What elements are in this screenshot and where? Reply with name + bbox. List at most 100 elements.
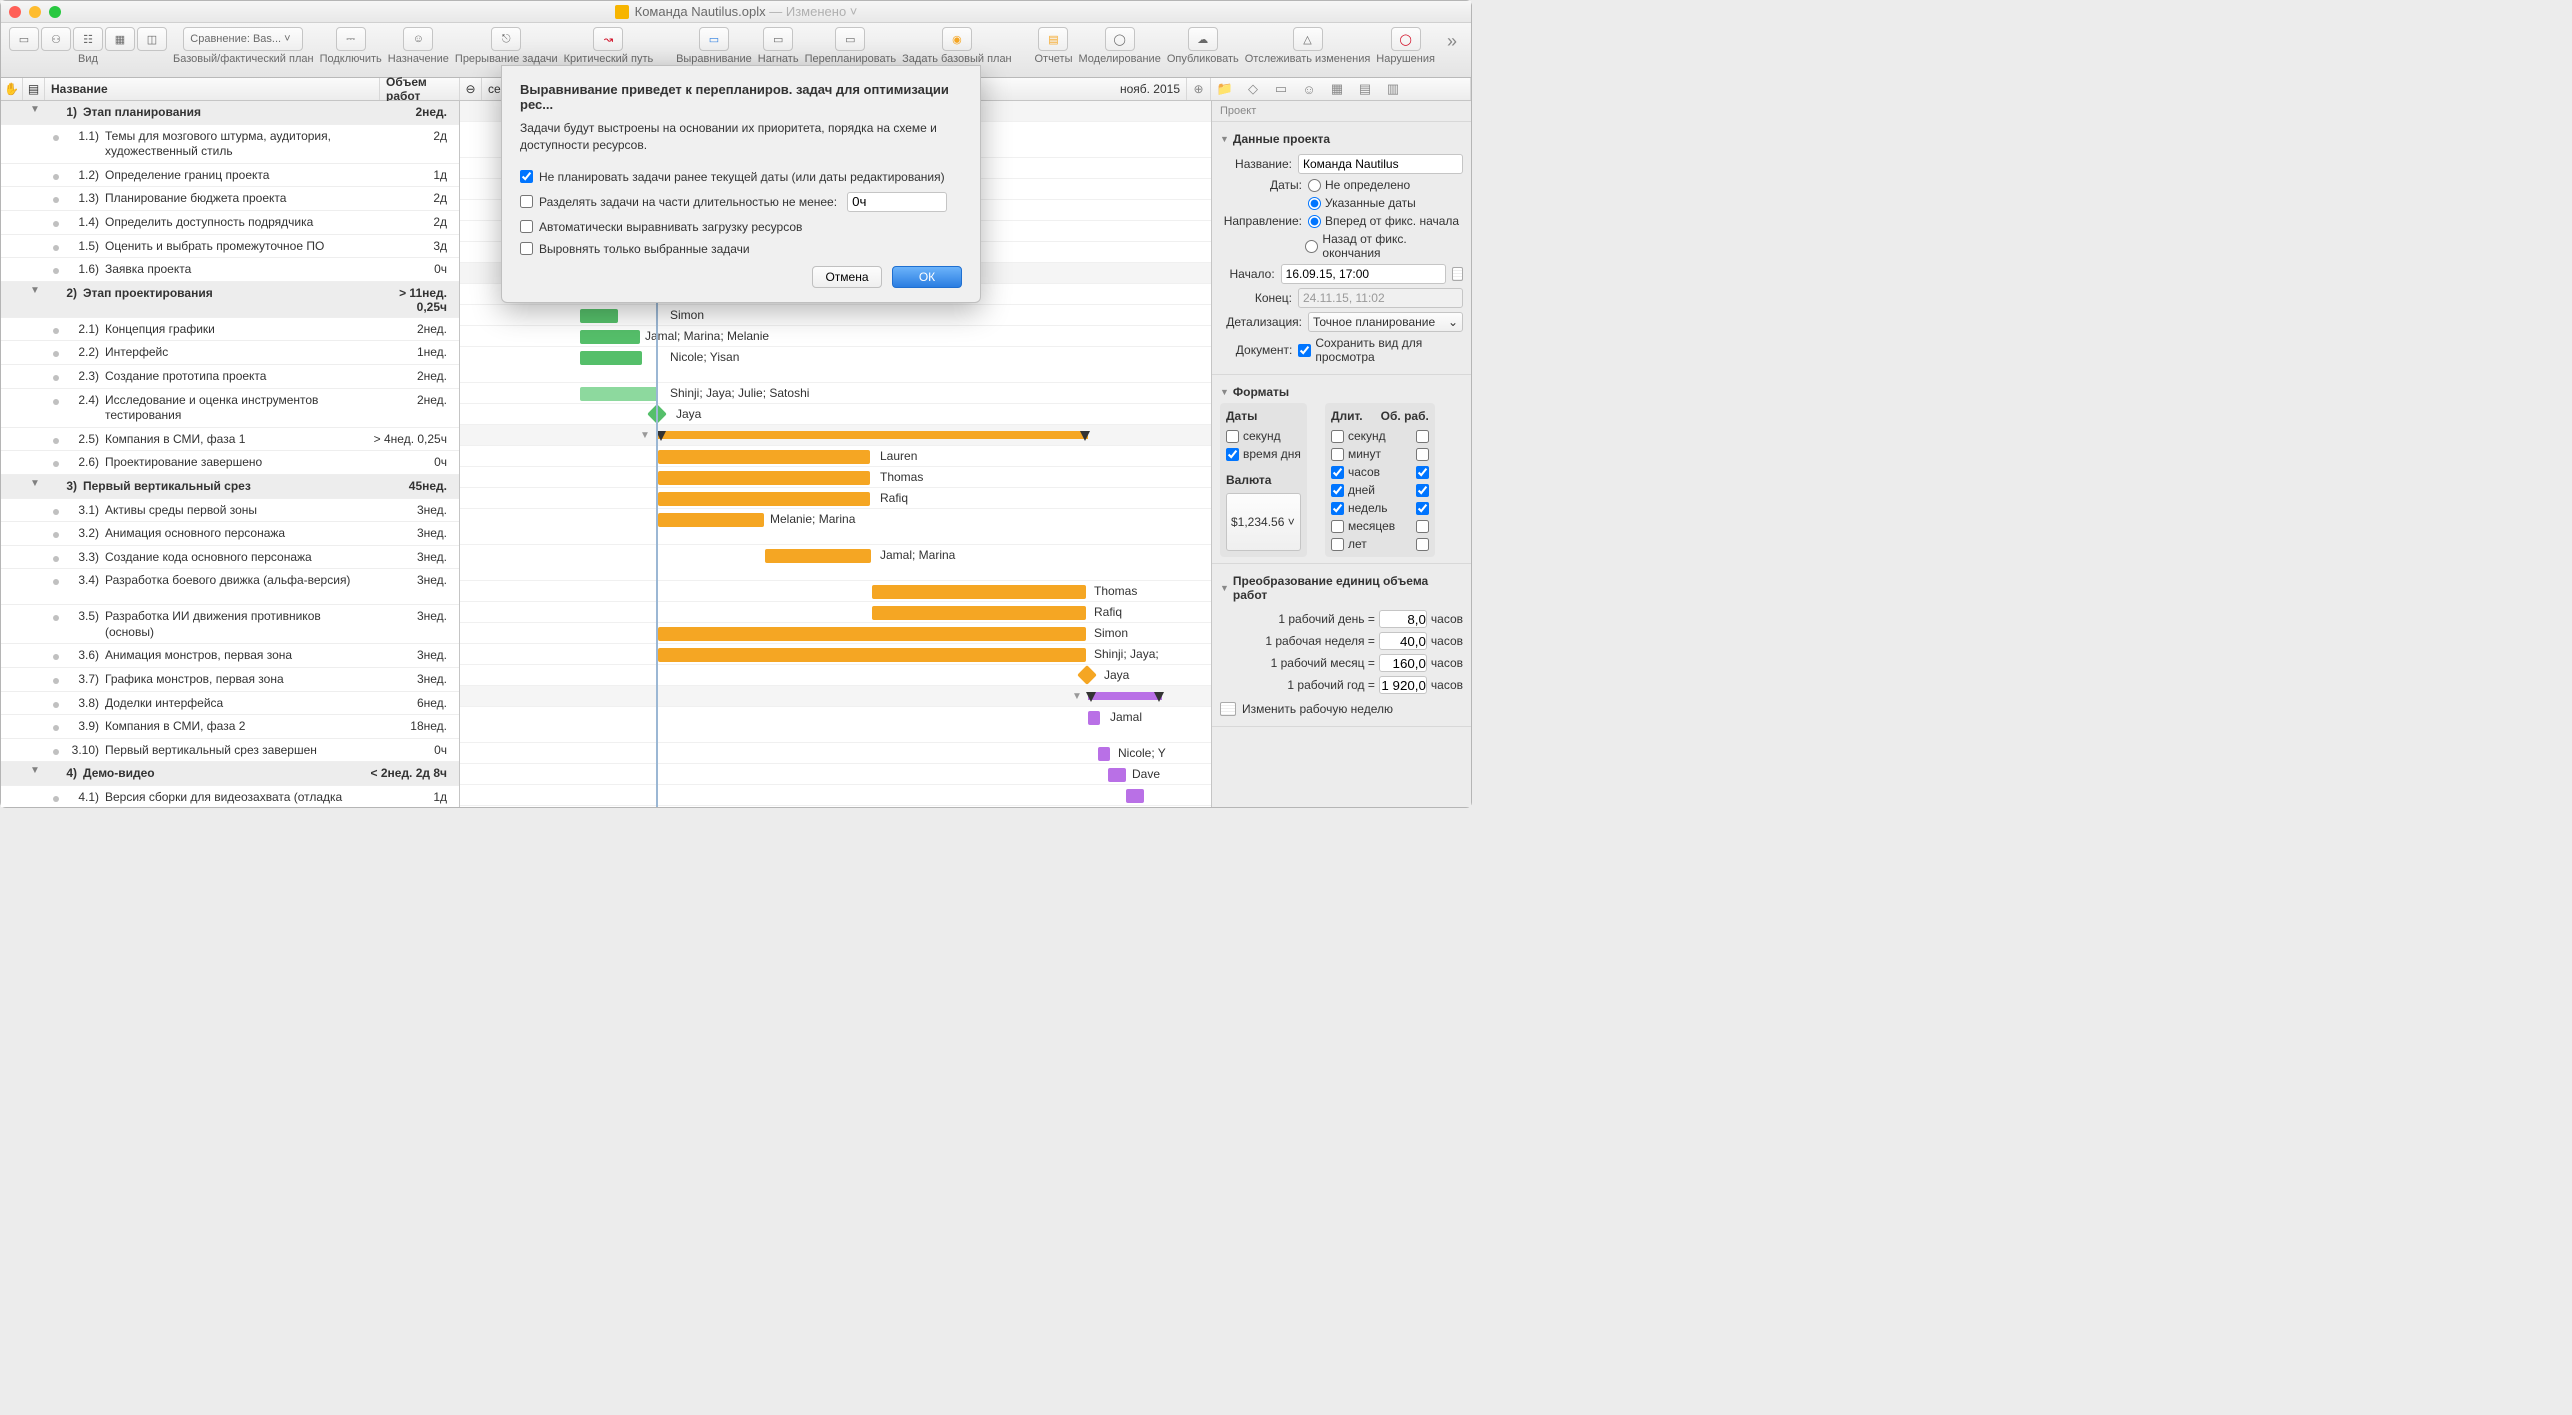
inspector-tab-task[interactable]: ▭ (1270, 79, 1292, 99)
task-row[interactable]: 3.4)Разработка боевого движка (альфа-вер… (1, 569, 459, 605)
section-project-data[interactable]: Данные проекта (1220, 128, 1463, 150)
view-calendar-btn[interactable]: ☷ (73, 27, 103, 51)
gantt-row[interactable] (460, 806, 1211, 807)
task-row[interactable]: 1.2)Определение границ проекта1д (1, 164, 459, 188)
gantt-row[interactable]: Jamal; Marina (460, 545, 1211, 581)
task-row[interactable]: 3.1)Активы среды первой зоны3нед. (1, 499, 459, 523)
task-outline[interactable]: ▼1)Этап планирования2нед.1.1)Темы для мо… (1, 101, 460, 807)
task-row[interactable]: 1.6)Заявка проекта0ч (1, 258, 459, 282)
inspector-tab-custom[interactable]: ▤ (1354, 79, 1376, 99)
task-bar[interactable] (580, 387, 658, 401)
opt-selected-only[interactable]: Выровнять только выбранные задачи (520, 242, 962, 256)
section-formats[interactable]: Форматы (1220, 381, 1463, 403)
gantt-row[interactable]: Lauren (460, 446, 1211, 467)
task-group-row[interactable]: ▼4)Демо-видео< 2нед. 2д 8ч (1, 762, 459, 786)
project-name-input[interactable] (1298, 154, 1463, 174)
dates-seconds-cb[interactable]: секунд (1226, 429, 1301, 443)
cancel-button[interactable]: Отмена (812, 266, 882, 288)
track-btn[interactable]: △ (1293, 27, 1323, 51)
zoom-window[interactable] (49, 6, 61, 18)
task-row[interactable]: 3.7)Графика монстров, первая зона3нед. (1, 668, 459, 692)
task-row[interactable]: 2.4)Исследование и оценка инструментов т… (1, 389, 459, 428)
eff-yr-cb[interactable] (1416, 538, 1429, 551)
dates-timeofday-cb[interactable]: время дня (1226, 447, 1301, 461)
task-row[interactable]: 2.6)Проектирование завершено0ч (1, 451, 459, 475)
milestone[interactable] (1077, 665, 1097, 685)
start-date-input[interactable] (1281, 264, 1446, 284)
simulate-btn[interactable]: ◯ (1105, 27, 1135, 51)
task-row[interactable]: 2.3)Создание прототипа проекта2нед. (1, 365, 459, 389)
task-bar[interactable] (872, 606, 1086, 620)
compare-select[interactable]: Сравнение: Bas... ˅ (183, 27, 303, 51)
task-group-row[interactable]: ▼1)Этап планирования2нед. (1, 101, 459, 125)
eff-day-cb[interactable] (1416, 484, 1429, 497)
inspector-tab-styles[interactable]: ▦ (1326, 79, 1348, 99)
calendar-icon[interactable] (1452, 267, 1463, 281)
zoom-in-icon[interactable]: ⊕ (1187, 78, 1211, 100)
view-resource-btn[interactable]: ⚇ (41, 27, 71, 51)
zoom-out-icon[interactable]: ⊖ (460, 78, 482, 100)
task-bar[interactable] (872, 585, 1086, 599)
task-row[interactable]: 1.3)Планирование бюджета проекта2д (1, 187, 459, 211)
task-group-row[interactable]: ▼2)Этап проектирования> 11нед. 0,25ч (1, 282, 459, 318)
gantt-row[interactable]: Jamal (460, 707, 1211, 743)
ok-button[interactable]: ОК (892, 266, 962, 288)
currency-select[interactable]: $1,234.56 ˅ (1226, 493, 1301, 551)
task-row[interactable]: 4.1)Версия сборки для видеозахвата (отла… (1, 786, 459, 807)
task-row[interactable]: 3.2)Анимация основного персонажа3нед. (1, 522, 459, 546)
eff-min-cb[interactable] (1416, 448, 1429, 461)
eff-sec-cb[interactable] (1416, 430, 1429, 443)
gantt-row[interactable]: Jaya (460, 665, 1211, 686)
task-group-row[interactable]: ▼3)Первый вертикальный срез45нед. (1, 475, 459, 499)
opt-auto-level[interactable]: Автоматически выравнивать загрузку ресур… (520, 220, 962, 234)
task-bar[interactable] (1088, 711, 1100, 725)
baseline-btn[interactable]: ◉ (942, 27, 972, 51)
gantt-row[interactable]: Jaya (460, 404, 1211, 425)
gantt-row[interactable]: ▼ (460, 425, 1211, 446)
task-bar[interactable] (580, 330, 640, 344)
gantt-row[interactable]: Simon (460, 305, 1211, 326)
gantt-row[interactable]: ▼ (460, 686, 1211, 707)
task-bar[interactable] (658, 627, 1086, 641)
close-window[interactable] (9, 6, 21, 18)
reschedule-btn[interactable]: ▭ (835, 27, 865, 51)
violations-btn[interactable]: ◯ (1391, 27, 1421, 51)
note-icon[interactable]: ▤ (23, 78, 45, 100)
task-bar[interactable] (658, 492, 870, 506)
task-bar[interactable] (1098, 747, 1110, 761)
task-row[interactable]: 3.5)Разработка ИИ движения противников (… (1, 605, 459, 644)
gantt-row[interactable] (460, 785, 1211, 806)
save-view-checkbox[interactable]: Сохранить вид для просмотра (1298, 336, 1463, 364)
opt-no-schedule-before-today[interactable]: Не планировать задачи ранее текущей даты… (520, 170, 962, 184)
conv-month-input[interactable] (1379, 654, 1427, 672)
dates-undefined-radio[interactable]: Не определено (1308, 178, 1410, 192)
level-btn[interactable]: ▭ (699, 27, 729, 51)
eff-hr-cb[interactable] (1416, 466, 1429, 479)
dur-wk-cb[interactable] (1331, 502, 1344, 515)
inspector-tab-attachments[interactable]: ▥ (1382, 79, 1404, 99)
direction-backward-radio[interactable]: Назад от фикс. окончания (1305, 232, 1463, 260)
gantt-row[interactable]: Rafiq (460, 488, 1211, 509)
task-bar[interactable] (658, 648, 1086, 662)
conv-day-input[interactable] (1379, 610, 1427, 628)
gantt-row[interactable]: Shinji; Jaya; (460, 644, 1211, 665)
task-row[interactable]: 3.8)Доделки интерфейса6нед. (1, 692, 459, 716)
gantt-row[interactable]: Shinji; Jaya; Julie; Satoshi (460, 383, 1211, 404)
inspector-tab-project[interactable]: 📁 (1214, 79, 1236, 99)
task-bar[interactable] (1108, 768, 1126, 782)
name-column-header[interactable]: Название (45, 78, 380, 100)
task-row[interactable]: 1.5)Оценить и выбрать промежуточное ПО3д (1, 235, 459, 259)
task-row[interactable]: 2.2)Интерфейс1нед. (1, 341, 459, 365)
publish-btn[interactable]: ☁ (1188, 27, 1218, 51)
split-duration-input[interactable] (847, 192, 947, 212)
assign-btn[interactable]: ☺ (403, 27, 433, 51)
dur-yr-cb[interactable] (1331, 538, 1344, 551)
gantt-row[interactable]: Thomas (460, 467, 1211, 488)
task-row[interactable]: 3.10)Первый вертикальный срез завершен0ч (1, 739, 459, 763)
dur-sec-cb[interactable] (1331, 430, 1344, 443)
section-conversion[interactable]: Преобразование единиц объема работ (1220, 570, 1463, 606)
view-styles-btn[interactable]: ◫ (137, 27, 167, 51)
catchup-btn[interactable]: ▭ (763, 27, 793, 51)
task-bar[interactable] (765, 549, 871, 563)
reports-btn[interactable]: ▤ (1038, 27, 1068, 51)
